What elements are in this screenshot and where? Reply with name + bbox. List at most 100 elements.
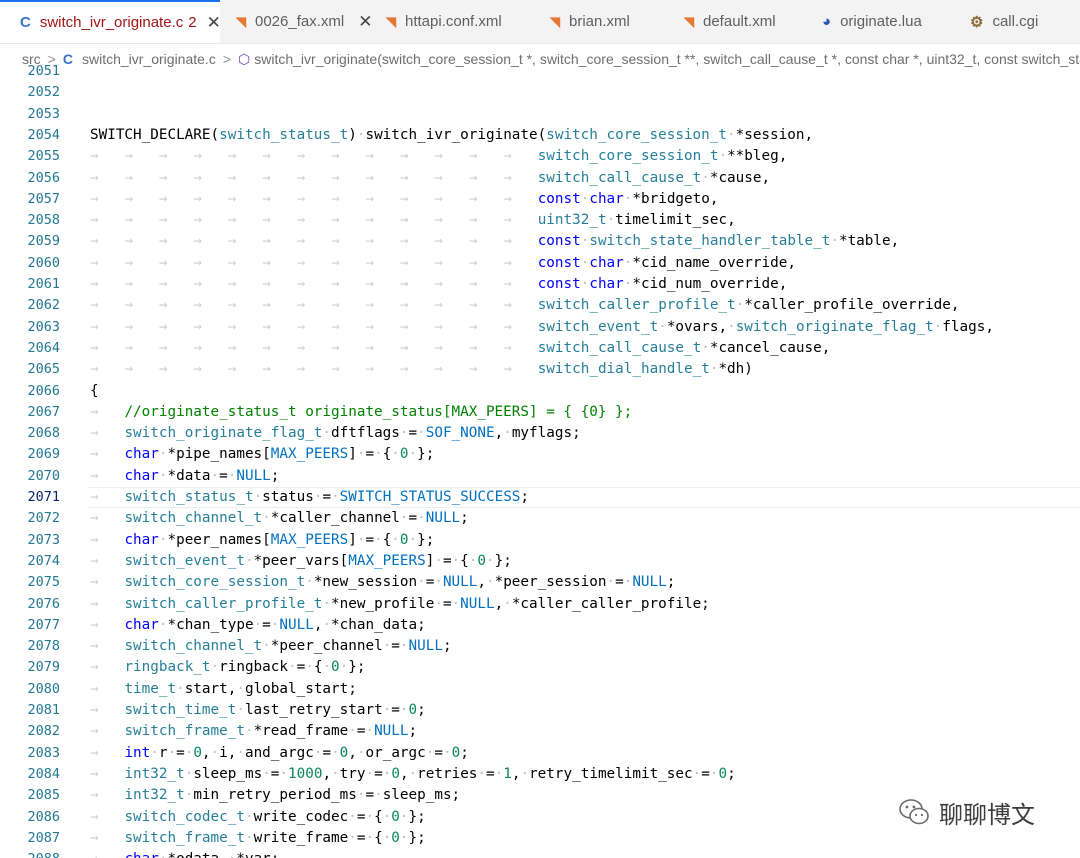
line-number: 2056 — [27, 169, 60, 186]
code-line[interactable]: 2066 { — [0, 381, 1080, 402]
code-line[interactable]: 2088 → char·*odata,·*var; — [0, 849, 1080, 858]
code-line[interactable]: 2054 SWITCH_DECLARE(switch_status_t)·swit… — [0, 125, 1080, 146]
tab-0026-fax-xml[interactable]: ◥ 0026_fax.xml ✕ — [236, 0, 372, 43]
code-line[interactable]: 2071 → switch_status_t·status·=·SWITCH_ST… — [0, 487, 1080, 508]
code-line[interactable]: 2084 → int32_t·sleep_ms·=·1000,·try·=·0,·… — [0, 764, 1080, 785]
code-line[interactable]: 2052 — [0, 82, 1080, 103]
rss-icon: ◥ — [684, 13, 694, 29]
code-text: → switch_frame_t·*read_frame·=·NULL; — [90, 723, 418, 740]
code-text: { — [90, 382, 99, 399]
code-text: → → → → → → → → → → → → → switch_call_ca… — [90, 339, 831, 356]
tab-label: switch_ivr_originate.c — [39, 14, 184, 31]
code-text: → ringback_t·ringback·=·{·0·}; — [90, 659, 366, 676]
code-line[interactable]: 2067 → //originate_status_t originate_sta… — [0, 402, 1080, 423]
c-file-icon: C — [20, 14, 31, 31]
code-line[interactable]: 2063 → → → → → → → → → → → → → switch_eve… — [0, 317, 1080, 338]
line-number: 2053 — [27, 105, 60, 122]
code-text: → char·*data·=·NULL; — [90, 467, 280, 484]
code-line[interactable]: 2060 → → → → → → → → → → → → → const·char… — [0, 253, 1080, 274]
code-text: → → → → → → → → → → → → → switch_caller_… — [90, 297, 960, 314]
code-line[interactable]: 2051 — [0, 62, 1080, 82]
code-line[interactable]: 2056 → → → → → → → → → → → → → switch_cal… — [0, 168, 1080, 189]
code-line[interactable]: 2076 → switch_caller_profile_t·*new_profi… — [0, 594, 1080, 615]
code-line[interactable]: 2057 → → → → → → → → → → → → → const·char… — [0, 189, 1080, 210]
code-text: → char·*pipe_names[MAX_PEERS]·=·{·0·}; — [90, 446, 435, 463]
code-line[interactable]: 2053 — [0, 104, 1080, 125]
line-number: 2086 — [27, 808, 60, 825]
problem-count-badge: 2 — [188, 14, 197, 31]
code-line[interactable]: 2077 → char·*chan_type·=·NULL,·*chan_data… — [0, 615, 1080, 636]
tab-default-xml[interactable]: ◥ default.xml — [684, 0, 776, 43]
tab-call-cgi[interactable]: ⚙ call.cgi — [970, 0, 1038, 43]
line-number: 2087 — [27, 829, 60, 846]
code-text: → switch_channel_t·*caller_channel·=·NUL… — [90, 510, 469, 527]
editor-tab-bar: C switch_ivr_originate.c 2 ✕ ◥ 0026_fax.… — [0, 0, 1080, 44]
code-text: → → → → → → → → → → → → → switch_dial_ha… — [90, 361, 753, 378]
code-text: → int32_t·sleep_ms·=·1000,·try·=·0,·retr… — [90, 765, 736, 782]
rss-icon: ◥ — [550, 13, 560, 29]
line-number: 2059 — [27, 233, 60, 250]
line-number: 2064 — [27, 339, 60, 356]
code-text: → switch_time_t·last_retry_start·=·0; — [90, 702, 426, 718]
code-line[interactable]: 2078 → switch_channel_t·*peer_channel·=·N… — [0, 636, 1080, 657]
code-text: → switch_codec_t·write_codec·=·{·0·}; — [90, 808, 426, 825]
tab-label: 0026_fax.xml — [255, 13, 345, 30]
code-text: → → → → → → → → → → → → → const·char·*ci… — [90, 276, 788, 292]
code-text: → → → → → → → → → → → → → switch_core_se… — [90, 148, 788, 165]
tab-brian-xml[interactable]: ◥ brian.xml — [550, 0, 630, 43]
line-number: 2054 — [27, 126, 60, 143]
code-line[interactable]: 2079 → ringback_t·ringback·=·{·0·}; — [0, 657, 1080, 678]
code-line[interactable]: 2059 → → → → → → → → → → → → → const·swit… — [0, 231, 1080, 252]
code-line[interactable]: 2083 → int·r·=·0,·i,·and_argc·=·0,·or_arg… — [0, 743, 1080, 764]
code-text: → char·*peer_names[MAX_PEERS]·=·{·0·}; — [90, 531, 435, 548]
code-text: → → → → → → → → → → → → → const·switch_s… — [90, 233, 900, 250]
code-text: → → → → → → → → → → → → → const·char·*ci… — [90, 254, 796, 271]
code-line[interactable]: 2070 → char·*data·=·NULL; — [0, 466, 1080, 487]
line-number: 2060 — [27, 254, 60, 271]
code-line[interactable]: 2073 → char·*peer_names[MAX_PEERS]·=·{·0·… — [0, 530, 1080, 551]
code-text: → int32_t·min_retry_period_ms·=·sleep_ms… — [90, 787, 461, 804]
code-line[interactable]: 2065 → → → → → → → → → → → → → switch_dia… — [0, 359, 1080, 380]
line-number: 2084 — [27, 765, 60, 782]
line-number: 2057 — [27, 190, 60, 207]
code-line[interactable]: 2074 → switch_event_t·*peer_vars[MAX_PEER… — [0, 551, 1080, 572]
code-line[interactable]: 2081 → switch_time_t·last_retry_start·=·0… — [0, 700, 1080, 721]
line-number: 2072 — [27, 510, 60, 527]
line-number: 2068 — [27, 425, 60, 442]
code-line[interactable]: 2064 → → → → → → → → → → → → → switch_cal… — [0, 338, 1080, 359]
code-text: → → → → → → → → → → → → → uint32_t·timel… — [90, 212, 736, 229]
line-number: 2082 — [27, 723, 60, 740]
code-line[interactable]: 2069 → char·*pipe_names[MAX_PEERS]·=·{·0·… — [0, 444, 1080, 465]
tab-httapi-conf-xml[interactable]: ◥ httapi.conf.xml — [386, 0, 502, 43]
tab-label: call.cgi — [992, 13, 1039, 30]
line-number: 2073 — [27, 531, 60, 548]
code-line[interactable]: 2068 → switch_originate_flag_t·dftflags·=… — [0, 423, 1080, 444]
tab-originate-lua[interactable]: ◕ originate.lua — [822, 0, 922, 43]
line-number: 2052 — [27, 84, 60, 101]
close-icon[interactable]: ✕ — [207, 13, 221, 33]
code-line[interactable]: 2082 → switch_frame_t·*read_frame·=·NULL; — [0, 721, 1080, 742]
line-number: 2061 — [27, 276, 60, 292]
close-icon[interactable]: ✕ — [358, 12, 372, 32]
line-number: 2074 — [27, 552, 60, 569]
code-line[interactable]: 2072 → switch_channel_t·*caller_channel·=… — [0, 508, 1080, 529]
code-line[interactable]: 2058 → → → → → → → → → → → → → uint32_t·t… — [0, 210, 1080, 231]
code-line[interactable]: 2062 → → → → → → → → → → → → → switch_cal… — [0, 295, 1080, 316]
line-number: 2088 — [0, 849, 60, 858]
code-line[interactable]: 2080 → time_t·start,·global_start; — [0, 679, 1080, 700]
tab-switch-ivr-originate-c[interactable]: C switch_ivr_originate.c 2 ✕ — [0, 0, 221, 43]
code-text: → → → → → → → → → → → → → switch_event_t… — [90, 318, 994, 335]
wechat-icon — [899, 799, 929, 825]
line-number: 2079 — [27, 659, 60, 676]
code-text: → time_t·start,·global_start; — [90, 680, 357, 697]
tab-label: originate.lua — [840, 13, 922, 30]
code-text: → char·*odata,·*var; — [90, 849, 279, 858]
line-number: 2062 — [27, 297, 60, 314]
line-number: 2063 — [27, 318, 60, 335]
code-editor[interactable]: 2051 2052 2053 2054 SWITCH_DECLARE(switch_st… — [0, 62, 1080, 858]
code-line[interactable]: 2055 → → → → → → → → → → → → → switch_cor… — [0, 146, 1080, 167]
code-text: SWITCH_DECLARE(switch_status_t)·switch_i… — [90, 126, 814, 143]
code-line[interactable]: 2075 → switch_core_session_t·*new_session… — [0, 572, 1080, 593]
code-line[interactable]: 2061 → → → → → → → → → → → → → const·char… — [0, 274, 1080, 295]
line-number: 2051 — [27, 63, 60, 79]
